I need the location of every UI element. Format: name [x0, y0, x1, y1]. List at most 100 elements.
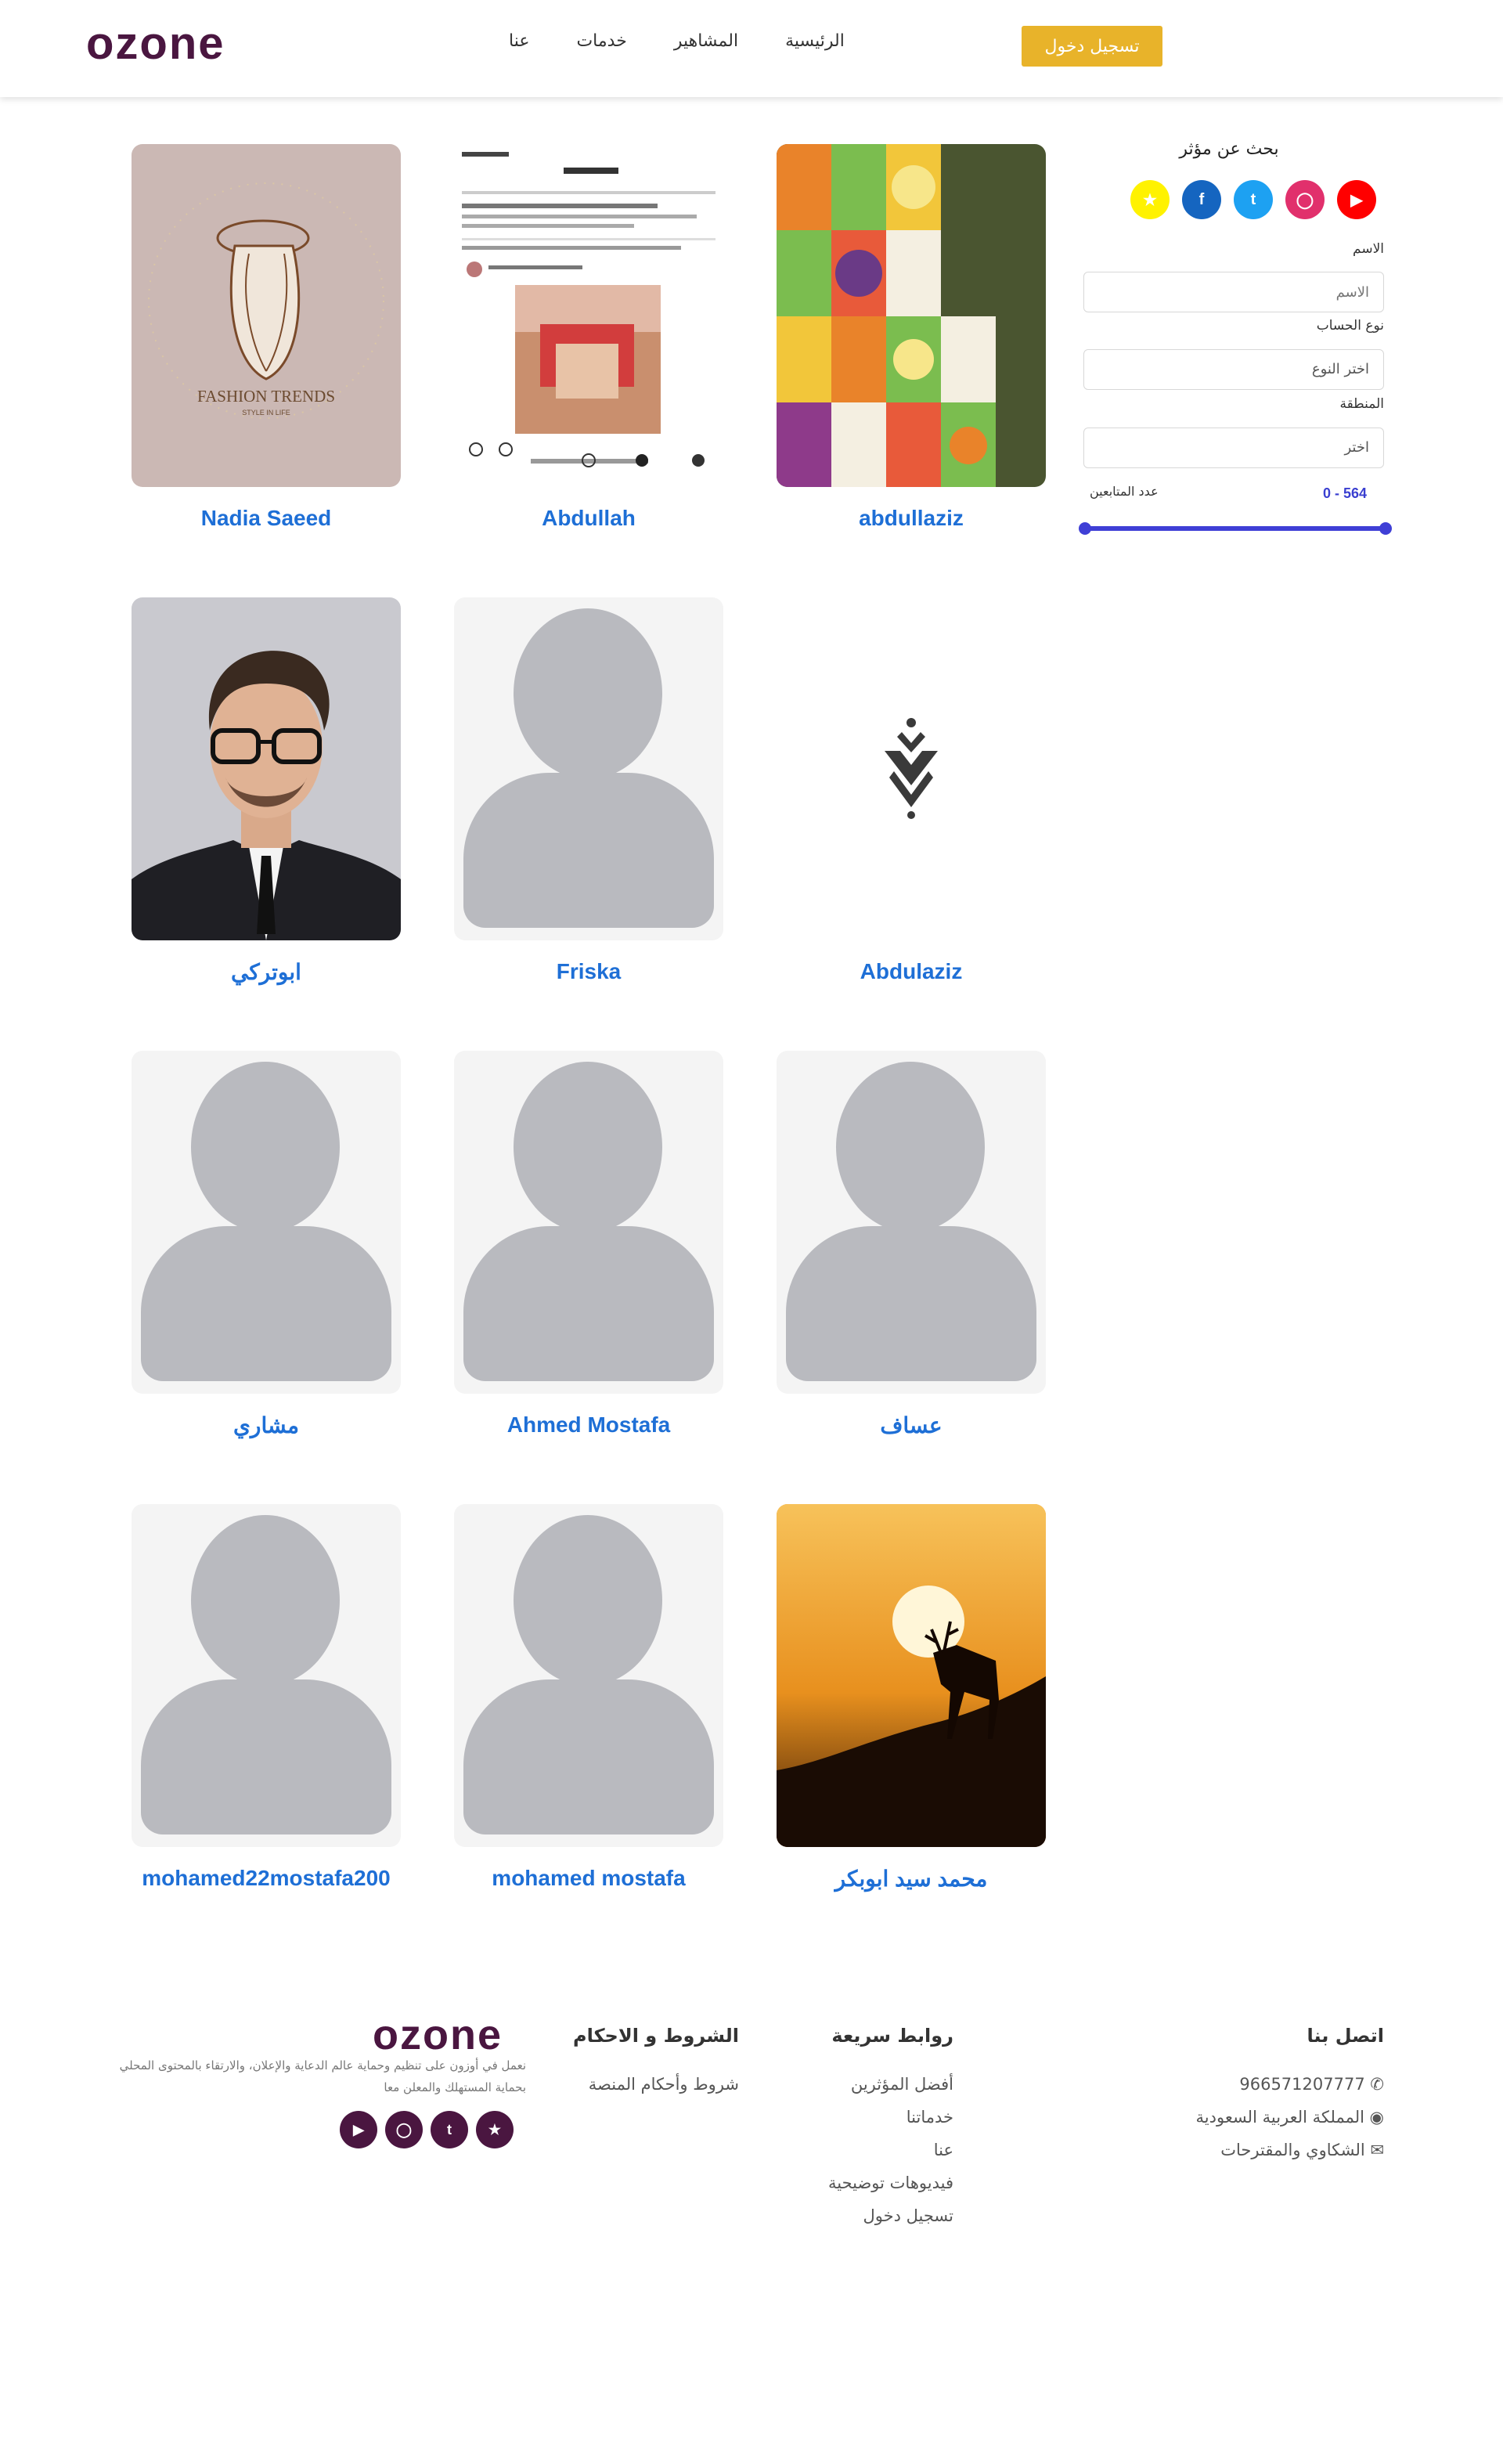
influencer-card[interactable]: FASHION TRENDS STYLE IN LIFE Nadia Saeed: [132, 144, 401, 531]
avatar-head: [514, 608, 662, 779]
contact-title: اتصل بنا: [1307, 2025, 1384, 2047]
influencer-card[interactable]: Abdulaziz: [777, 597, 1046, 984]
avatar-body: [463, 1226, 714, 1381]
avatar-body: [463, 1679, 714, 1834]
avatar-head: [191, 1062, 340, 1232]
footer-ozone-logo: ozone: [373, 2011, 503, 2058]
complaints-link[interactable]: الشكاوي والمقترحات ✉: [1096, 2141, 1384, 2159]
influencer-name[interactable]: Friska: [454, 959, 723, 984]
influencer-name[interactable]: Abdullah: [454, 506, 723, 531]
envelope-icon: ✉: [1370, 2141, 1384, 2159]
influencer-card[interactable]: mohamed mostafa: [454, 1504, 723, 1891]
influencer-name[interactable]: Ahmed Mostafa: [454, 1412, 723, 1438]
fashion-trends-image: FASHION TRENDS STYLE IN LIFE: [132, 144, 401, 487]
followers-slider[interactable]: [1079, 522, 1392, 535]
twitter-icon[interactable]: t: [1234, 180, 1273, 219]
placeholder-avatar-image: [777, 1051, 1046, 1394]
avatar-head: [514, 1515, 662, 1686]
influencer-card[interactable]: محمد سيد ابوبكر: [777, 1504, 1046, 1892]
fashion-trends-title: FASHION TRENDS: [197, 387, 335, 406]
ozone-logo[interactable]: ozone: [86, 17, 225, 70]
phone-link[interactable]: 966571207777 ✆: [1174, 2075, 1384, 2094]
site-header: ozone عنا خدمات المشاهير الرئيسية تسجيل …: [0, 0, 1503, 97]
placeholder-avatar-image: [454, 597, 723, 940]
search-title: بحث عن مؤثر: [1179, 139, 1279, 159]
instagram-icon[interactable]: ◯: [1285, 180, 1325, 219]
terms-title: الشروط و الاحكام: [572, 2025, 739, 2047]
influencer-card[interactable]: Abdullah: [454, 144, 723, 531]
complaints-text: الشكاوي والمقترحات: [1220, 2141, 1365, 2159]
quick-link-top-influencers[interactable]: أفضل المؤثرين: [783, 2075, 953, 2094]
avatar-head: [191, 1515, 340, 1686]
name-label: الاسم: [1353, 241, 1384, 257]
avatar-body: [141, 1226, 391, 1381]
influencer-card[interactable]: عساف: [777, 1051, 1046, 1438]
avatar-body: [786, 1226, 1036, 1381]
influencer-card[interactable]: Ahmed Mostafa: [454, 1051, 723, 1438]
region-label: المنطقة: [1339, 396, 1384, 412]
influencer-name[interactable]: Abdulaziz: [777, 959, 1046, 984]
snapchat-icon[interactable]: ★: [1130, 180, 1170, 219]
quick-links-title: روابط سريعة: [831, 2025, 953, 2047]
avatar-head: [514, 1062, 662, 1232]
twitter-icon[interactable]: t: [431, 2111, 468, 2148]
name-input[interactable]: [1083, 272, 1384, 312]
influencer-name[interactable]: ابوتركي: [132, 959, 401, 985]
nav-about[interactable]: عنا: [509, 31, 529, 51]
footer-socials: ▶ ◯ t ★: [340, 2111, 514, 2148]
phone-icon: ✆: [1370, 2075, 1384, 2094]
influencer-name[interactable]: mohamed mostafa: [454, 1866, 723, 1891]
youtube-icon[interactable]: ▶: [1337, 180, 1376, 219]
quick-link-videos[interactable]: فيديوهات توضيحية: [783, 2174, 953, 2192]
influencer-name[interactable]: محمد سيد ابوبكر: [777, 1866, 1046, 1892]
country-text: المملكة العربية السعودية ◉: [1096, 2108, 1384, 2127]
followers-label: عدد المتابعين: [1090, 484, 1159, 499]
account-type-label: نوع الحساب: [1316, 318, 1384, 334]
placeholder-avatar-image: [454, 1051, 723, 1394]
avatar-body: [463, 773, 714, 928]
quick-link-about[interactable]: عنا: [783, 2141, 953, 2159]
influencer-name[interactable]: mohamed22mostafa200: [132, 1866, 401, 1891]
man-glasses-photo: [132, 597, 401, 940]
influencer-name[interactable]: Nadia Saeed: [132, 506, 401, 531]
influencer-name[interactable]: مشاري: [132, 1412, 401, 1438]
fashion-trends-subtitle: STYLE IN LIFE: [242, 409, 290, 417]
phone-text: 966571207777: [1239, 2075, 1365, 2094]
quick-link-services[interactable]: خدماتنا: [783, 2108, 953, 2127]
avatar-body: [141, 1679, 391, 1834]
influencer-card[interactable]: مشاري: [132, 1051, 401, 1438]
placeholder-avatar-image: [132, 1504, 401, 1847]
placeholder-avatar-image: [132, 1051, 401, 1394]
logo-mark-image: [777, 597, 1046, 940]
influencer-name[interactable]: عساف: [777, 1412, 1046, 1438]
terms-link[interactable]: شروط وأحكام المنصة: [548, 2075, 739, 2094]
slider-max-handle[interactable]: [1379, 522, 1392, 535]
influencer-card[interactable]: Friska: [454, 597, 723, 984]
followers-range-value: 0 - 564: [1323, 485, 1368, 501]
location-icon: ◉: [1369, 2108, 1384, 2127]
search-social-filters: ★ f t ◯ ▶: [1130, 180, 1376, 219]
slider-track: [1083, 526, 1387, 531]
snapchat-icon[interactable]: ★: [476, 2111, 514, 2148]
instagram-icon[interactable]: ◯: [385, 2111, 423, 2148]
influencer-card[interactable]: ابوتركي: [132, 597, 401, 985]
instagram-screenshot-image: [454, 144, 723, 487]
influencer-name[interactable]: abdullaziz: [777, 506, 1046, 531]
footer-about: نعمل في أوزون على تنظيم وحماية عالم الدع…: [119, 2058, 526, 2094]
nav-celebrities[interactable]: المشاهير: [674, 31, 738, 51]
influencer-card[interactable]: mohamed22mostafa200: [132, 1504, 401, 1891]
main-nav: عنا خدمات المشاهير الرئيسية: [509, 31, 845, 51]
region-select[interactable]: اختر: [1083, 428, 1384, 468]
login-button[interactable]: تسجيل دخول: [1022, 26, 1162, 67]
vegetables-art-image: [777, 144, 1046, 487]
deer-sunset-image: [777, 1504, 1046, 1847]
nav-services[interactable]: خدمات: [576, 31, 626, 51]
slider-min-handle[interactable]: [1079, 522, 1091, 535]
facebook-icon[interactable]: f: [1182, 180, 1221, 219]
quick-link-login[interactable]: تسجيل دخول: [783, 2206, 954, 2225]
account-type-select[interactable]: اختر النوع: [1083, 349, 1384, 390]
youtube-icon[interactable]: ▶: [340, 2111, 377, 2148]
influencer-card[interactable]: abdullaziz: [777, 144, 1046, 531]
placeholder-avatar-image: [454, 1504, 723, 1847]
nav-home[interactable]: الرئيسية: [785, 31, 845, 51]
